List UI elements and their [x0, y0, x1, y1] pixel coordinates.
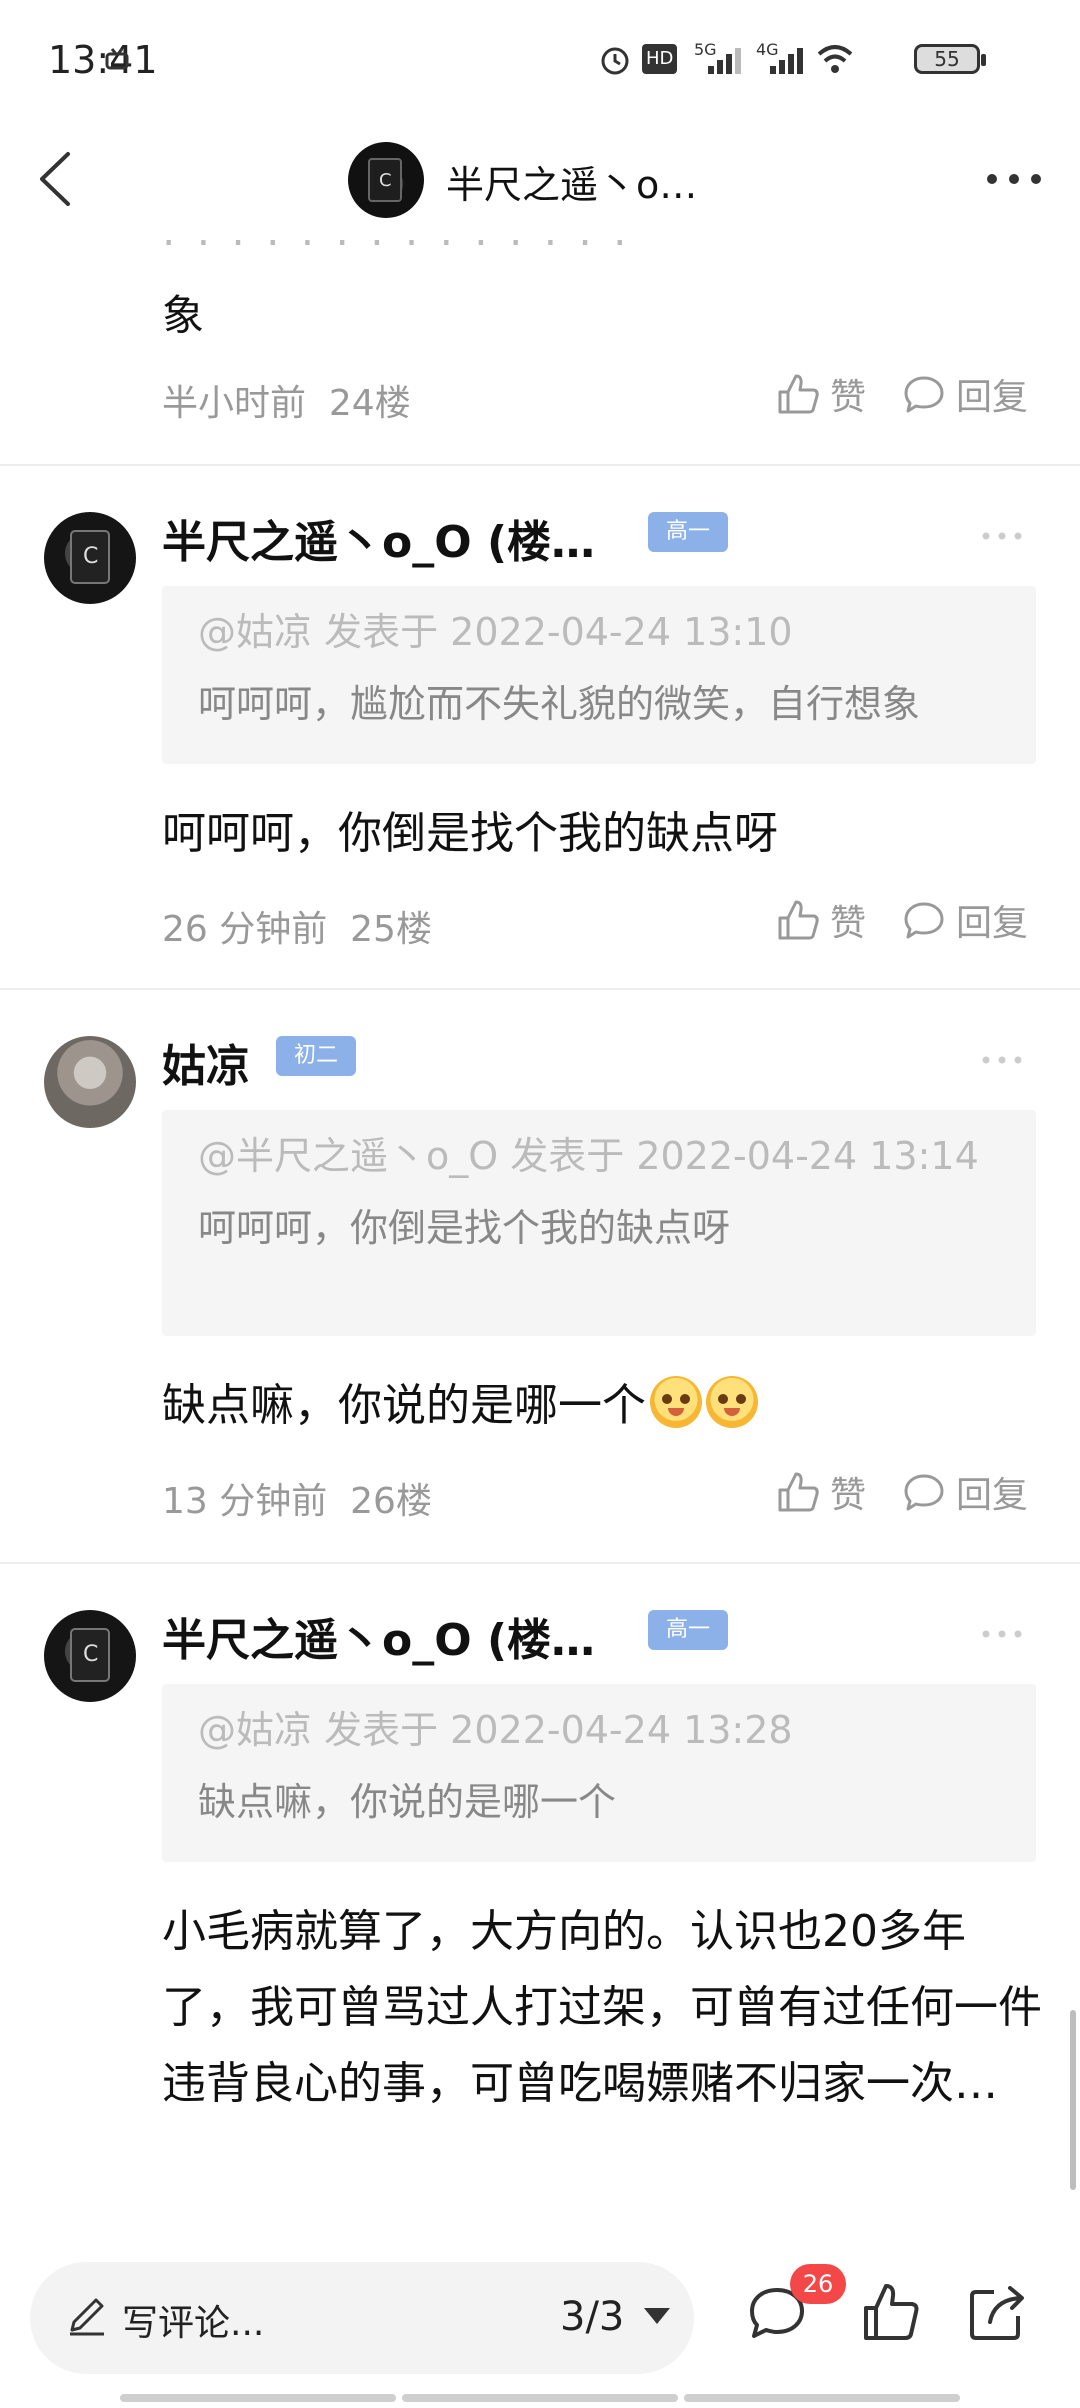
quote-body: 呵呵呵，你倒是找个我的缺点呀	[198, 1206, 731, 1250]
user-avatar[interactable]	[44, 512, 136, 604]
post-content: 小毛病就算了，大方向的。认识也20多年了，我可曾骂过人打过架，可曾有过任何一件违…	[162, 1906, 1042, 2109]
cut-text-line: · · · · · · · · · · · · · ·	[162, 240, 631, 267]
emoji-icon	[706, 1376, 758, 1428]
post-content: 缺点嘛，你说的是哪一个	[162, 1368, 1042, 1444]
post-content: 呵呵呵，你倒是找个我的缺点呀	[162, 808, 778, 859]
signal-5g-icon: 5G	[694, 40, 742, 78]
pencil-icon	[70, 2298, 104, 2336]
quote-header: @姑凉 发表于 2022-04-24 13:10	[198, 610, 793, 654]
reply-button[interactable]: 回复	[902, 894, 1028, 946]
comment-input[interactable]: 写评论... 3/3	[30, 2262, 694, 2374]
chat-bubble-icon	[904, 1474, 944, 1511]
post-meta: 26 分钟前 25楼	[162, 909, 432, 950]
tv-icon	[105, 48, 129, 70]
chat-bubble-icon	[904, 902, 944, 939]
level-badge: 初二	[276, 1036, 357, 1076]
username[interactable]: 半尺之遥丶o_O (楼…	[162, 506, 595, 570]
post-content: 象	[162, 291, 205, 340]
thumbs-up-icon[interactable]	[858, 2280, 924, 2346]
user-avatar[interactable]	[44, 1610, 136, 1702]
status-bar: 13:41 HD 5G 4G 55	[0, 0, 1080, 120]
post-more-icon[interactable]	[980, 1628, 1024, 1640]
thumbs-up-icon	[778, 900, 819, 940]
quote-header: @姑凉 发表于 2022-04-24 13:28	[198, 1708, 793, 1752]
thumbs-up-icon	[778, 374, 819, 414]
bottom-bar: 写评论... 3/3 26	[0, 2230, 1080, 2408]
reply-button[interactable]: 回复	[902, 1466, 1028, 1518]
quoted-reply[interactable]: @姑凉 发表于 2022-04-24 13:28 缺点嘛，你说的是哪一个	[162, 1684, 1036, 1862]
post-floor-27: 半尺之遥丶o_O (楼… 高一 @姑凉 发表于 2022-04-24 13:28…	[0, 1564, 1080, 2230]
like-button[interactable]: 赞	[776, 1466, 866, 1518]
status-time: 13:41	[48, 38, 158, 82]
post-floor-25: 半尺之遥丶o_O (楼… 高一 @姑凉 发表于 2022-04-24 13:10…	[0, 466, 1080, 990]
alarm-icon	[601, 47, 629, 75]
comment-count-badge: 26	[790, 2264, 846, 2304]
more-options-icon[interactable]	[984, 164, 1044, 194]
user-avatar[interactable]	[44, 1036, 136, 1128]
partial-post: · · · · · · · · · · · · · · 象 半小时前 24楼 赞…	[0, 240, 1080, 466]
emoji-icon	[650, 1376, 702, 1428]
like-button[interactable]: 赞	[776, 894, 866, 946]
comment-placeholder: 写评论...	[122, 2303, 265, 2344]
post-meta: 半小时前 24楼	[162, 383, 411, 424]
battery-icon: 55	[914, 44, 986, 74]
post-floor-26: 姑凉 初二 @半尺之遥丶o_O 发表于 2022-04-24 13:14 呵呵呵…	[0, 990, 1080, 1562]
header-title[interactable]: 半尺之遥丶o…	[446, 154, 697, 209]
quoted-reply[interactable]: @半尺之遥丶o_O 发表于 2022-04-24 13:14 呵呵呵，你倒是找个…	[162, 1110, 1036, 1336]
quote-header: @半尺之遥丶o_O 发表于 2022-04-24 13:14	[198, 1134, 979, 1178]
quote-body: 缺点嘛，你说的是哪一个	[198, 1780, 617, 1824]
quoted-reply[interactable]: @姑凉 发表于 2022-04-24 13:10 呵呵呵，尴尬而不失礼貌的微笑，…	[162, 586, 1036, 764]
username[interactable]: 半尺之遥丶o_O (楼…	[162, 1604, 595, 1668]
page-indicator[interactable]: 3/3	[560, 2294, 624, 2340]
thread-header: 半尺之遥丶o…	[0, 120, 1080, 240]
like-button[interactable]: 赞	[776, 368, 866, 420]
share-icon[interactable]	[964, 2280, 1030, 2346]
level-badge: 高一	[648, 512, 729, 552]
signal-4g-icon: 4G	[756, 40, 804, 78]
quote-body: 呵呵呵，尴尬而不失礼貌的微笑，自行想象	[198, 682, 921, 726]
caret-down-icon[interactable]	[644, 2308, 670, 2324]
reply-button[interactable]: 回复	[902, 368, 1028, 420]
chat-bubble-icon	[904, 376, 944, 413]
post-meta: 13 分钟前 26楼	[162, 1481, 432, 1522]
home-indicator	[120, 2394, 960, 2402]
thumbs-up-icon	[778, 1472, 819, 1512]
post-more-icon[interactable]	[980, 530, 1024, 542]
scrollbar[interactable]	[1070, 2010, 1076, 2190]
hd-icon: HD	[642, 44, 678, 74]
wifi-icon	[817, 45, 853, 73]
post-more-icon[interactable]	[980, 1054, 1024, 1066]
level-badge: 高一	[648, 1610, 729, 1650]
username[interactable]: 姑凉	[162, 1030, 250, 1094]
back-arrow-icon[interactable]	[24, 144, 94, 214]
header-avatar[interactable]	[348, 142, 424, 218]
post-content-text: 缺点嘛，你说的是哪一个	[162, 1380, 646, 1431]
